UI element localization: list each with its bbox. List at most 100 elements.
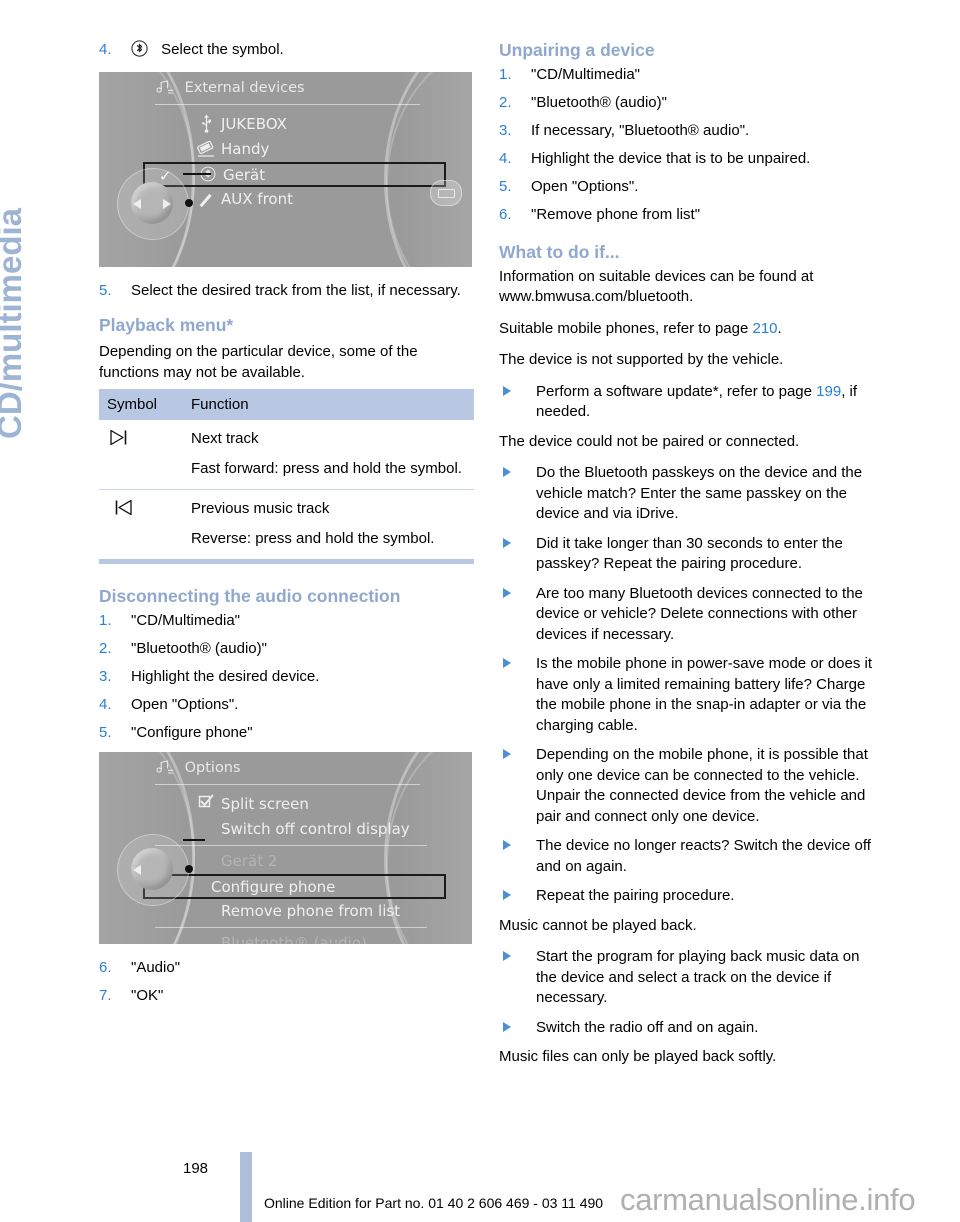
not-supported-paragraph: The device is not supported by the vehic… <box>499 351 784 368</box>
step-5-text: Select the desired track from the list, … <box>131 281 461 299</box>
table-cell-function: Next track Fast forward: press and hold … <box>183 420 474 490</box>
screenshot-options: Options Split screen Switch off control … <box>99 751 472 944</box>
music-soft-paragraph: Music files can only be played back soft… <box>499 1048 777 1065</box>
step-text: "Remove phone from list" <box>531 206 701 223</box>
list-item[interactable]: Remove phone from list <box>155 899 438 924</box>
step-text: Highlight the device that is to be unpai… <box>531 150 811 167</box>
step-4-list: 4. Select the symbol. <box>99 40 474 64</box>
disconnect-steps: 1. "CD/Multimedia" 2. "Bluetooth® (audio… <box>99 611 474 744</box>
multimedia-icon <box>155 79 174 94</box>
list-item: Repeat the pairing procedure. <box>499 886 874 907</box>
step-text: Highlight the desired device. <box>131 668 320 685</box>
list-divider <box>155 926 427 928</box>
list-item: 1. "CD/Multimedia" <box>99 611 474 632</box>
bullet-text: Repeat the pairing procedure. <box>536 887 735 904</box>
side-button-glyph <box>438 188 455 198</box>
list-item: 2. "Bluetooth® (audio)" <box>99 639 474 660</box>
options-list: Split screen Switch off control display … <box>143 792 446 944</box>
list-item[interactable]: Split screen <box>155 792 438 817</box>
list-item: 3. If necessary, "Bluetooth® audio". <box>499 121 874 142</box>
disconnect-heading: Disconnecting the audio connection <box>99 586 401 606</box>
triangle-bullet-icon <box>503 749 511 759</box>
list-item: 6. "Remove phone from list" <box>499 205 874 226</box>
triangle-bullet-icon <box>503 1021 511 1032</box>
bluetooth-icon <box>197 166 219 187</box>
table-row: Previous music track Reverse: press and … <box>99 490 474 560</box>
list-item-label: JUKEBOX <box>221 114 287 133</box>
leader-line <box>183 838 205 841</box>
page-reference[interactable]: 199 <box>816 383 841 400</box>
bullet-text: Switch the radio off and on again. <box>536 1018 759 1036</box>
list-item[interactable]: Handy <box>155 137 438 162</box>
step-text: Open "Options". <box>531 178 639 195</box>
what-to-do-heading: What to do if... <box>499 241 620 262</box>
list-item: 1. "CD/Multimedia" <box>499 65 874 86</box>
list-item-group-label: Gerät 2 <box>155 849 438 874</box>
text-part: Perform a software update*, refer to pag… <box>536 382 817 400</box>
list-item-label: Configure phone <box>211 877 336 896</box>
manual-page: CD/multimedia 4. Select the symbol. Exte… <box>0 0 960 1222</box>
screen-header: Options <box>155 759 434 785</box>
usb-icon <box>195 114 217 135</box>
arrow-left-icon <box>133 864 141 875</box>
leader-dot <box>185 198 193 207</box>
footer-accent-bar <box>240 1152 252 1222</box>
step-4: 4. Select the symbol. <box>99 40 474 64</box>
step-number: 6. <box>499 206 512 223</box>
bullet-text: Did it take longer than 30 seconds to en… <box>536 534 843 573</box>
bullet-text: The device no longer reacts? Switch the … <box>536 837 871 875</box>
step-text: Open "Options". <box>131 696 239 713</box>
idrive-controller[interactable] <box>117 167 193 240</box>
list-item-label: Switch off control display <box>221 819 410 838</box>
music-bullets: Start the program for playing back music… <box>499 947 874 1038</box>
step-text: If necessary, "Bluetooth® audio". <box>531 122 750 139</box>
list-item[interactable]: JUKEBOX <box>155 112 438 137</box>
unpairing-heading: Unpairing a device <box>499 40 655 60</box>
table-cell-function: Previous music track Reverse: press and … <box>183 490 474 560</box>
playback-function-table: Symbol Function Next track Fast forward:… <box>99 389 474 559</box>
header-divider <box>155 783 420 785</box>
list-item-label: Split screen <box>221 794 309 813</box>
function-line: Reverse: press and hold the symbol. <box>191 529 435 547</box>
right-column: Unpairing a device 1. "CD/Multimedia" 2.… <box>499 40 874 1079</box>
phone-icon <box>195 139 217 160</box>
step-4-text: Select the symbol. <box>161 41 284 58</box>
step-number: 3. <box>499 122 512 139</box>
list-item-selected[interactable]: Configure phone <box>143 873 446 899</box>
list-item-label: Handy <box>221 139 270 158</box>
arrow-right-icon <box>163 198 171 209</box>
list-divider <box>155 844 427 846</box>
list-item: Depending on the mobile phone, it is pos… <box>499 745 874 827</box>
triangle-bullet-icon <box>503 587 511 598</box>
triangle-bullet-icon <box>503 658 511 668</box>
step-number: 7. <box>99 986 112 1004</box>
list-item: 6. "Audio" <box>99 958 474 979</box>
step-number: 2. <box>99 640 112 657</box>
list-item: 7. "OK" <box>99 986 474 1007</box>
screen-side-button[interactable] <box>430 179 462 206</box>
chapter-tab-label: CD/multimedia <box>0 207 28 439</box>
triangle-bullet-icon <box>503 467 511 477</box>
list-item: 2. "Bluetooth® (audio)" <box>499 93 874 114</box>
idrive-controller[interactable] <box>117 833 193 906</box>
screen-title: Options <box>184 759 241 776</box>
step-text: "OK" <box>131 986 164 1004</box>
troubleshooting-bullets: Do the Bluetooth passkeys on the device … <box>499 463 874 907</box>
text-part: . <box>777 319 782 337</box>
page-reference[interactable]: 210 <box>753 320 778 337</box>
suitable-phones-paragraph: Suitable mobile phones, refer to page 21… <box>499 319 874 340</box>
list-item: 5. "Configure phone" <box>99 723 474 744</box>
triangle-bullet-icon <box>503 385 511 396</box>
final-steps: 6. "Audio" 7. "OK" <box>99 958 474 1007</box>
list-item: 5. Open "Options". <box>499 177 874 198</box>
device-list: JUKEBOX Handy ✓ Gerät AUX front <box>143 112 446 212</box>
unpairing-steps: 1. "CD/Multimedia" 2. "Bluetooth® (audio… <box>499 65 874 226</box>
triangle-bullet-icon <box>503 537 511 548</box>
table-row: Next track Fast forward: press and hold … <box>99 420 474 490</box>
not-paired-paragraph: The device could not be paired or connec… <box>499 432 800 450</box>
table-bottom-rule <box>99 559 474 564</box>
software-update-bullets: Perform a software update*, refer to pag… <box>499 382 874 423</box>
list-item[interactable]: AUX front <box>155 187 438 212</box>
list-item-group-label: Bluetooth® (audio) <box>155 931 438 944</box>
step-number: 4. <box>99 696 112 713</box>
